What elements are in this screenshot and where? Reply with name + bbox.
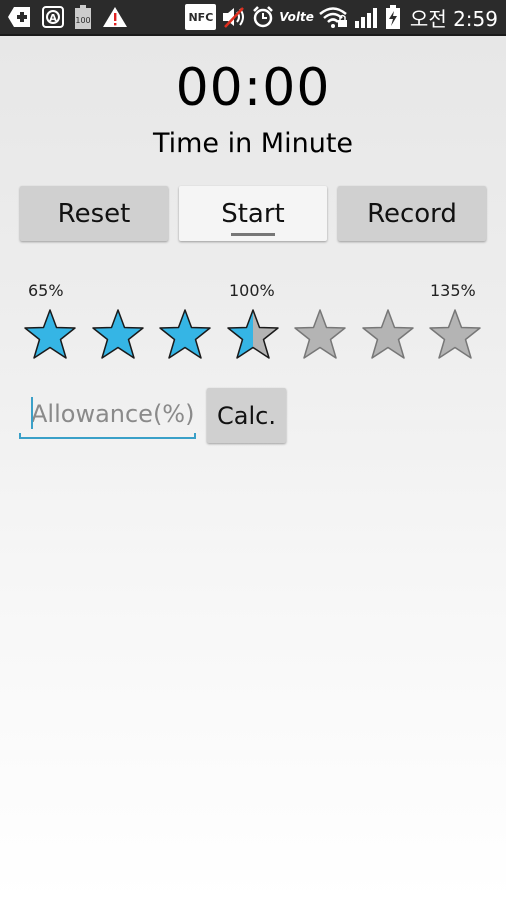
star-5[interactable]: [292, 307, 348, 363]
rating-label-mid: 100%: [229, 281, 275, 300]
star-half: [226, 309, 279, 359]
star-3[interactable]: [157, 307, 213, 363]
battery-100-icon: 100: [74, 5, 92, 29]
text-cursor: [31, 397, 33, 429]
start-button-label: Start: [221, 198, 285, 229]
input-underline: [19, 437, 196, 439]
start-focus-indicator: [231, 233, 275, 236]
input-underline-right-tick: [194, 433, 196, 439]
timer-display: 00:00: [175, 58, 331, 118]
star-filled: [159, 309, 211, 359]
wifi-locked-icon: [319, 5, 349, 29]
allowance-field[interactable]: [19, 393, 196, 439]
star-filled: [24, 309, 76, 359]
volte-icon: Volte: [279, 10, 314, 24]
timer-unit-label: Time in Minute: [152, 128, 354, 159]
status-bar: A 100 NFC Volte 오전 2:59: [0, 0, 506, 36]
clock: 오전 2:59: [409, 6, 498, 31]
star-7[interactable]: [427, 307, 483, 363]
add-icon: [8, 5, 32, 29]
record-button[interactable]: Record: [338, 186, 486, 241]
input-underline-left-tick: [19, 433, 21, 439]
signal-icon: [354, 5, 380, 29]
allowance-input[interactable]: [19, 393, 196, 435]
svg-text:A: A: [49, 13, 57, 24]
star-empty: [294, 309, 346, 359]
star-6[interactable]: [360, 307, 416, 363]
battery-charging-icon: [385, 5, 401, 29]
nfc-icon: NFC: [185, 4, 217, 30]
star-empty: [429, 309, 481, 359]
star-2[interactable]: [90, 307, 146, 363]
reset-button[interactable]: Reset: [20, 186, 168, 241]
auto-rotate-icon: A: [42, 5, 64, 29]
warning-icon: [102, 5, 128, 29]
star-4[interactable]: [225, 307, 281, 363]
volume-muted-icon: [221, 5, 247, 29]
star-1[interactable]: [22, 307, 78, 363]
star-filled: [91, 309, 144, 359]
star-empty: [361, 309, 414, 359]
alarm-icon: [252, 5, 274, 29]
svg-text:100: 100: [75, 16, 90, 25]
calc-button[interactable]: Calc.: [207, 388, 286, 443]
start-button[interactable]: Start: [179, 186, 327, 241]
rating-label-max: 135%: [430, 281, 476, 300]
rating-label-min: 65%: [28, 281, 64, 300]
